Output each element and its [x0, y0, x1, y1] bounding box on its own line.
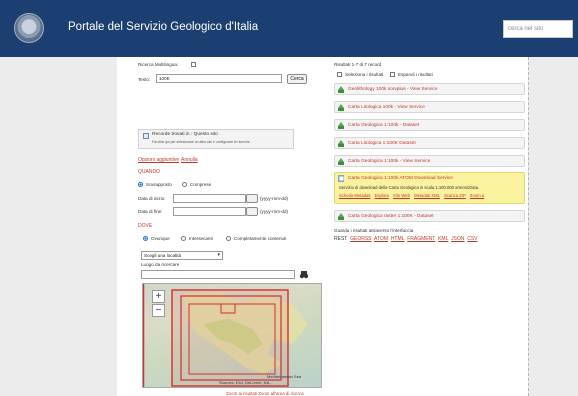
- anywhere-radio[interactable]: [143, 236, 148, 241]
- comprise-radio[interactable]: [182, 182, 187, 187]
- binoculars-icon[interactable]: [299, 270, 309, 279]
- result-item[interactable]: Carta Geologica 1:100k - View Service: [334, 155, 525, 167]
- result-item[interactable]: Carta Geologica 1:100k - Dataset: [334, 119, 525, 131]
- format-georss[interactable]: GEORSS: [350, 236, 371, 242]
- multilingual-label: Ricerca Multilingua:: [138, 62, 179, 67]
- map-layer-icon: [338, 104, 344, 111]
- date-to-label: Data di fine:: [138, 209, 163, 214]
- results-count: Risultati 1-7 di 7 record: [334, 62, 382, 67]
- place-search-input[interactable]: [141, 270, 295, 279]
- download-service-icon: [338, 175, 344, 182]
- format-links: REST GEORSS ATOM HTML FRAGMENT KML JSON …: [334, 236, 478, 242]
- zoom-to-link[interactable]: Zoom a: [470, 193, 484, 198]
- where-label: DOVE: [138, 223, 153, 229]
- date-to-picker-button[interactable]: [246, 207, 258, 216]
- format-rest[interactable]: REST: [334, 236, 347, 242]
- download-zip-link[interactable]: Scarica ZIP: [444, 193, 466, 198]
- date-from-label: Data di inizio:: [138, 196, 166, 201]
- anywhere-label: Ovunque: [151, 236, 170, 241]
- date-from-input[interactable]: [173, 194, 246, 203]
- result-item-highlighted[interactable]: Carta Geologica 1:100k ATOM Download Ser…: [334, 172, 525, 204]
- map-layer-icon: [338, 122, 344, 129]
- when-label: QUANDO: [138, 169, 160, 175]
- contained-radio[interactable]: [226, 236, 231, 241]
- place-select[interactable]: Scegli una località ▾: [141, 251, 223, 260]
- date-to-format: (yyyy-mm-dd): [260, 209, 289, 214]
- result-item[interactable]: Geolithology 100k sorvplus - View Servic…: [334, 83, 525, 95]
- place-search-label: Luogo da ricercare: [141, 262, 180, 267]
- date-to-input[interactable]: [173, 207, 246, 216]
- map-sea-label: Mediterranean Sea: [267, 374, 302, 379]
- expand-results-checkbox[interactable]: [390, 72, 395, 77]
- result-item[interactable]: Carta Geologica raster 1:100K - Dataset: [334, 210, 525, 222]
- result-item[interactable]: Carta Litologica 1:100K Dataset: [334, 137, 525, 149]
- cancel-link[interactable]: Annulla: [181, 157, 198, 163]
- map-layer-icon: [338, 158, 344, 165]
- select-results-label: Seleziona i risultati: [345, 72, 384, 77]
- xml-metadata-link[interactable]: Metadati XML: [414, 193, 440, 198]
- records-title: Recorde trovati in : Questo sito: [152, 132, 218, 137]
- date-from-format: (yyyy-mm-dd): [260, 196, 289, 201]
- records-info-box[interactable]: Recorde trovati in : Questo sito Fai cli…: [138, 129, 294, 149]
- text-label: Testo:: [138, 77, 151, 82]
- format-csv[interactable]: CSV: [467, 236, 477, 242]
- info-icon: [143, 133, 149, 139]
- left-margin: [0, 57, 117, 396]
- metadata-sheet-link[interactable]: Scheda Metadati: [339, 193, 370, 198]
- search-button[interactable]: Cerca: [287, 74, 307, 84]
- intersect-label: Intersecanti: [189, 236, 213, 241]
- site-header: Portale del Servizio Geologico d'Italia …: [0, 0, 578, 57]
- format-json[interactable]: JSON: [451, 236, 464, 242]
- overlap-label: Sovrapposto: [146, 182, 172, 187]
- search-map[interactable]: + − Mediterranean Sea Sources: Esri, DeL…: [142, 283, 322, 388]
- zoom-out-button[interactable]: −: [152, 304, 165, 317]
- select-results-checkbox[interactable]: [337, 72, 342, 77]
- zoom-in-button[interactable]: +: [152, 290, 165, 303]
- map-layer-icon: [338, 213, 344, 220]
- right-margin: [528, 57, 578, 396]
- view-via-label: Guarda i risultati attraverso l'interfac…: [334, 228, 414, 233]
- intersect-radio[interactable]: [181, 236, 186, 241]
- map-zoom-links[interactable]: Zoom ai risultati Zoom all'area di ricer…: [226, 391, 304, 396]
- site-search-input[interactable]: cerca nel sito: [503, 20, 573, 38]
- date-from-picker-button[interactable]: [246, 194, 258, 203]
- map-layer-icon: [338, 86, 344, 93]
- chevron-down-icon: ▾: [217, 252, 220, 258]
- text-search-input[interactable]: 100K: [156, 74, 282, 83]
- multilingual-checkbox[interactable]: [191, 62, 196, 67]
- result-item[interactable]: Carta Litologica 100k - View Service: [334, 101, 525, 113]
- site-title[interactable]: Portale del Servizio Geologico d'Italia: [68, 21, 258, 33]
- overlap-radio[interactable]: [138, 182, 143, 187]
- result-actions: Scheda Metadati Esplora Sito Web Metadat…: [339, 193, 487, 198]
- map-attribution: Sources: Esri, DeLorme, NA...: [219, 380, 273, 385]
- map-layer-icon: [338, 140, 344, 147]
- website-link[interactable]: Sito Web: [393, 193, 410, 198]
- format-kml[interactable]: KML: [438, 236, 448, 242]
- service-description: Servizio di download della Carta Geologi…: [339, 185, 480, 190]
- records-subtitle: Fai click qui per selezionare un altro s…: [152, 140, 251, 144]
- explore-link[interactable]: Esplora: [375, 193, 389, 198]
- contained-label: Completamente contenuti: [234, 236, 287, 241]
- optional-options-link[interactable]: Opzioni aggiuntive: [138, 157, 179, 163]
- format-fragment[interactable]: FRAGMENT: [407, 236, 435, 242]
- comprise-label: Comprese: [190, 182, 212, 187]
- expand-results-label: Espandi i risultati: [398, 72, 433, 77]
- emblem-logo[interactable]: [14, 13, 44, 43]
- format-atom[interactable]: ATOM: [374, 236, 388, 242]
- map-canvas: [143, 284, 308, 387]
- format-html[interactable]: HTML: [391, 236, 405, 242]
